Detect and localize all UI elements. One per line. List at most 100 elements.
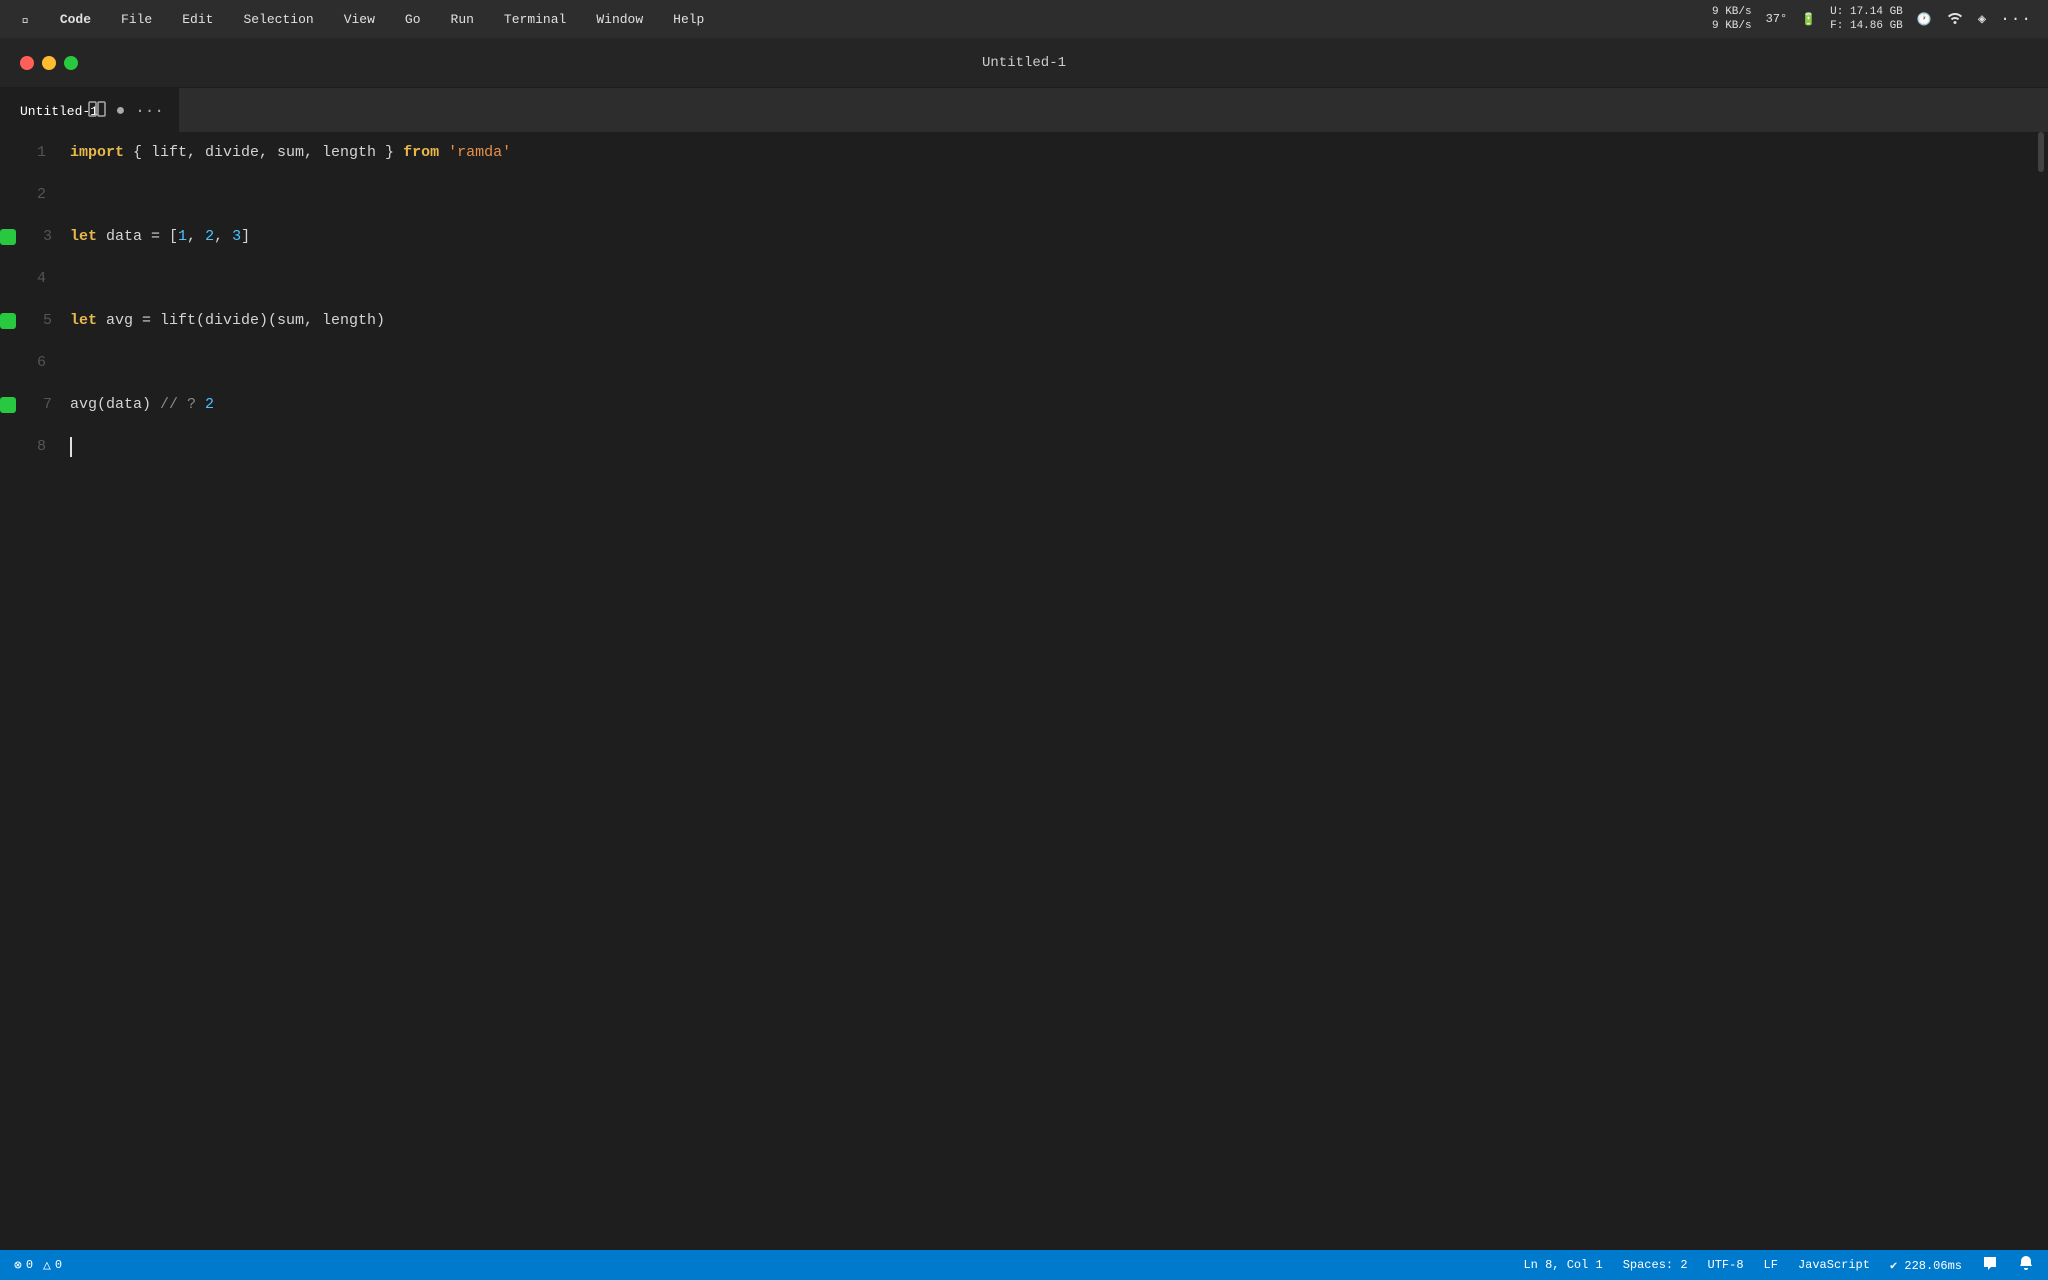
network-down: 9 KB/s xyxy=(1712,19,1752,33)
breakpoint-3[interactable] xyxy=(0,229,16,245)
encoding[interactable]: UTF-8 xyxy=(1708,1258,1744,1272)
clock-icon: 🕐 xyxy=(1917,12,1932,27)
token-avg-call: avg(data) xyxy=(70,384,160,426)
gutter-row-7: 7 xyxy=(0,384,60,426)
code-line-3: let data = [ 1 , 2 , 3 ] xyxy=(60,216,2034,258)
language-mode[interactable]: JavaScript xyxy=(1798,1258,1870,1272)
tab-untitled-1[interactable]: Untitled-1 ● ··· xyxy=(0,88,179,132)
token-import: import xyxy=(70,132,124,174)
timing-status[interactable]: ✔ 228.06ms xyxy=(1890,1258,1962,1273)
token-space xyxy=(439,132,448,174)
line-indicator-6 xyxy=(0,342,10,384)
token-comment: // ? xyxy=(160,384,205,426)
code-line-7: avg(data) // ? 2 xyxy=(60,384,2034,426)
error-status[interactable]: ⊗ 0 xyxy=(14,1258,33,1273)
tab-actions: ● ··· xyxy=(88,100,164,123)
line-number-4: 4 xyxy=(10,258,60,300)
menu-terminal[interactable]: Terminal xyxy=(498,10,572,29)
breakpoint-5[interactable] xyxy=(0,313,16,329)
line-indicator-4 xyxy=(0,258,10,300)
feedback-icon xyxy=(1982,1255,1998,1275)
feedback-button[interactable] xyxy=(1982,1255,1998,1275)
menubar-left:  Code File Edit Selection View Go Run T… xyxy=(16,10,1712,29)
token-braces: { lift, divide, sum, length } xyxy=(124,132,403,174)
token-result: 2 xyxy=(205,384,214,426)
notification-button[interactable] xyxy=(2018,1255,2034,1275)
statusbar-left: ⊗ 0 △ 0 xyxy=(14,1258,62,1273)
gutter-row-8: 8 xyxy=(0,426,60,468)
more-menu-icon[interactable]: ··· xyxy=(2000,10,2032,28)
more-options-icon[interactable]: ··· xyxy=(135,102,164,120)
battery-icon: 🔋 xyxy=(1801,12,1816,27)
close-button[interactable] xyxy=(20,56,34,70)
line-number-2: 2 xyxy=(10,174,60,216)
code-line-1: import { lift, divide, sum, length } fro… xyxy=(60,132,2034,174)
line-number-1: 1 xyxy=(10,132,60,174)
warning-status[interactable]: △ 0 xyxy=(43,1258,62,1273)
temperature: 37° xyxy=(1766,12,1788,26)
editor-body: 1 2 3 4 5 6 xyxy=(0,132,2048,1250)
menu-file[interactable]: File xyxy=(115,10,158,29)
statusbar-right: Ln 8, Col 1 Spaces: 2 UTF-8 LF JavaScrip… xyxy=(1523,1255,2034,1275)
code-editor[interactable]: import { lift, divide, sum, length } fro… xyxy=(60,132,2034,1250)
bell-icon xyxy=(2018,1255,2034,1275)
line-indicator-1 xyxy=(0,132,10,174)
line-ending[interactable]: LF xyxy=(1764,1258,1778,1272)
menu-go[interactable]: Go xyxy=(399,10,427,29)
token-ramda: 'ramda' xyxy=(448,132,511,174)
editor-gutter: 1 2 3 4 5 6 xyxy=(0,132,60,1250)
menu-window[interactable]: Window xyxy=(590,10,649,29)
line-number-3: 3 xyxy=(16,216,66,258)
scrollbar-thumb[interactable] xyxy=(2038,132,2044,172)
breakpoint-7[interactable] xyxy=(0,397,16,413)
disk-used: U: 17.14 GB xyxy=(1830,5,1903,19)
unsaved-indicator: ● xyxy=(116,102,126,120)
code-line-6 xyxy=(60,342,2034,384)
menu-run[interactable]: Run xyxy=(445,10,480,29)
error-count: 0 xyxy=(26,1258,33,1272)
menu-selection[interactable]: Selection xyxy=(237,10,319,29)
language-text: JavaScript xyxy=(1798,1258,1870,1272)
menu-edit[interactable]: Edit xyxy=(176,10,219,29)
disk-status: U: 17.14 GB F: 14.86 GB xyxy=(1830,5,1903,34)
disk-free: F: 14.86 GB xyxy=(1830,19,1903,33)
titlebar: Untitled-1 xyxy=(0,38,2048,88)
line-indicator-7 xyxy=(0,384,16,426)
line-number-7: 7 xyxy=(16,384,66,426)
line-ending-text: LF xyxy=(1764,1258,1778,1272)
scrollbar-track[interactable] xyxy=(2034,132,2048,1250)
apple-menu[interactable]:  xyxy=(16,10,36,29)
cursor xyxy=(70,437,72,457)
line-indicator-8 xyxy=(0,426,10,468)
menu-view[interactable]: View xyxy=(338,10,381,29)
gutter-row-5: 5 xyxy=(0,300,60,342)
network-up: 9 KB/s xyxy=(1712,5,1752,19)
statusbar: ⊗ 0 △ 0 Ln 8, Col 1 Spaces: 2 UTF-8 LF J… xyxy=(0,1250,2048,1280)
token-num-1: 1 xyxy=(178,216,187,258)
code-line-5: let avg = lift(divide)(sum, length) xyxy=(60,300,2034,342)
warning-count: 0 xyxy=(55,1258,62,1272)
gutter-row-4: 4 xyxy=(0,258,60,300)
token-let-2: let xyxy=(70,300,97,342)
line-indicator-3 xyxy=(0,216,16,258)
maximize-button[interactable] xyxy=(64,56,78,70)
split-editor-icon[interactable] xyxy=(88,100,106,123)
indentation[interactable]: Spaces: 2 xyxy=(1623,1258,1688,1272)
tab-label: Untitled-1 xyxy=(20,104,98,119)
window-controls xyxy=(20,56,78,70)
code-line-2 xyxy=(60,174,2034,216)
gutter-row-3: 3 xyxy=(0,216,60,258)
gutter-row-1: 1 xyxy=(0,132,60,174)
token-let-1: let xyxy=(70,216,97,258)
menu-help[interactable]: Help xyxy=(667,10,710,29)
window-title: Untitled-1 xyxy=(982,55,1066,71)
cursor-position[interactable]: Ln 8, Col 1 xyxy=(1523,1258,1602,1272)
warning-icon: △ xyxy=(43,1258,51,1273)
token-num-2: 2 xyxy=(205,216,214,258)
encoding-text: UTF-8 xyxy=(1708,1258,1744,1272)
line-number-5: 5 xyxy=(16,300,66,342)
menu-code[interactable]: Code xyxy=(54,10,97,29)
menubar:  Code File Edit Selection View Go Run T… xyxy=(0,0,2048,38)
error-icon: ⊗ xyxy=(14,1258,22,1273)
minimize-button[interactable] xyxy=(42,56,56,70)
